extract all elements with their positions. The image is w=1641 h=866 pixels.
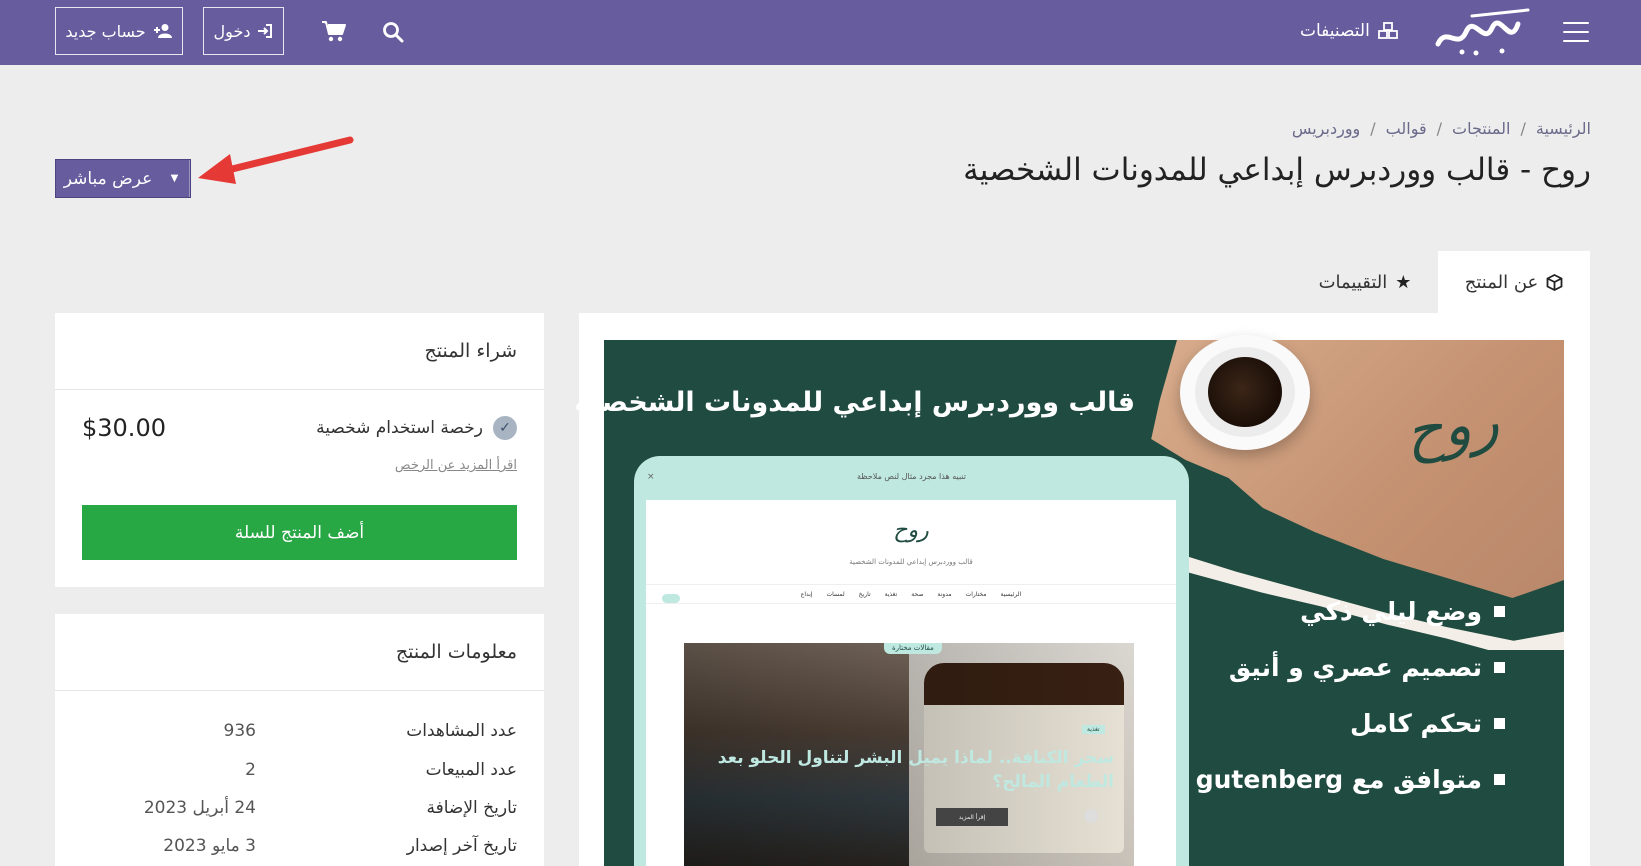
breadcrumb-products[interactable]: المنتجات <box>1452 119 1511 138</box>
caret-down-icon[interactable]: ▼ <box>160 160 190 197</box>
cubes-icon <box>1377 22 1398 39</box>
mock-post-title: سحر الكنافة.. لماذا يميل البشر لتناول ال… <box>717 748 1114 792</box>
device-mockup: × تنبيه هذا مجرد مثال لنص ملاحظة روح قال… <box>634 456 1189 866</box>
info-label: عدد المشاهدات <box>406 721 517 741</box>
mock-screen: روح قالب ووردبرس إبداعي للمدونات الشخصية… <box>646 500 1176 866</box>
license-option[interactable]: ✓ رخصة استخدام شخصية $30.00 <box>82 411 517 445</box>
mock-read-more: إقرأ المزيد <box>936 808 1008 826</box>
search-icon[interactable] <box>381 20 405 44</box>
licenses-info-link[interactable]: اقرأ المزيد عن الرخص <box>395 458 517 473</box>
mock-nav-item: صحة <box>911 590 924 598</box>
mock-dark-mode-toggle <box>662 594 680 603</box>
breadcrumb-home[interactable]: الرئيسية <box>1536 119 1591 138</box>
square-bullet-icon <box>1494 605 1505 617</box>
box-icon <box>1546 273 1563 291</box>
mock-notice: تنبيه هذا مجرد مثال لنص ملاحظة <box>857 472 966 481</box>
banner-brand-logo: روح <box>1400 385 1503 467</box>
square-bullet-icon <box>1494 661 1505 673</box>
info-row-last-release: تاريخ آخر إصدار 3 مايو 2023 <box>82 832 517 860</box>
breadcrumb-separator: / <box>1436 119 1442 138</box>
feature-item: تصميم عصري و أنيق <box>1200 639 1505 695</box>
mock-nav-item: مدونة <box>937 590 952 598</box>
tab-reviews[interactable]: ★ التقييمات <box>1305 251 1425 313</box>
check-circle-icon[interactable]: ✓ <box>493 416 517 440</box>
breadcrumb-templates[interactable]: قوالب <box>1386 119 1427 138</box>
categories-label: التصنيفات <box>1300 21 1370 41</box>
info-label: تاريخ آخر إصدار <box>406 836 517 856</box>
sign-in-icon <box>258 24 273 38</box>
cart-icon[interactable] <box>321 19 347 43</box>
mock-nav-item: تاريخ <box>858 590 871 598</box>
mock-category-tag: تغذية <box>1082 725 1105 734</box>
info-label: عدد المبيعات <box>425 760 517 780</box>
product-info-card: معلومات المنتج عدد المشاهدات 936 عدد الم… <box>55 614 544 866</box>
login-button[interactable]: دخول <box>203 7 284 55</box>
mock-featured-post: مقالات مختارة تغذية سحر الكنافة.. لماذا … <box>684 643 1134 866</box>
feature-list: وضع ليلي ذكي تصميم عصري و أنيق تحكم كامل… <box>1196 583 1505 807</box>
license-label-group: ✓ رخصة استخدام شخصية <box>316 416 517 440</box>
login-label: دخول <box>213 21 251 41</box>
buy-card-title: شراء المنتج <box>55 313 544 390</box>
feature-label: متوافق مع gutenberg <box>1195 764 1482 794</box>
info-row-added: تاريخ الإضافة 24 أبريل 2023 <box>82 794 517 822</box>
mock-nav: الرئيسية مختارات مدونة صحة تغذية تاريخ ل… <box>646 584 1176 604</box>
feature-label: تحكم كامل <box>1350 708 1482 738</box>
mock-logo: روح <box>893 518 929 543</box>
info-row-views: عدد المشاهدات 936 <box>82 717 517 745</box>
mock-nav-item: إبداع <box>800 590 813 598</box>
categories-menu[interactable]: التصنيفات <box>1300 18 1398 44</box>
info-card-title: معلومات المنتج <box>55 614 544 691</box>
menu-icon[interactable] <box>1563 22 1589 42</box>
site-logo[interactable] <box>1432 6 1534 58</box>
breadcrumb-separator: / <box>1370 119 1376 138</box>
breadcrumb-separator: / <box>1520 119 1526 138</box>
tab-label: عن المنتج <box>1464 271 1539 293</box>
mock-nav-item: تغذية <box>884 590 898 598</box>
info-value: 3 مايو 2023 <box>163 836 256 856</box>
mock-nav-item: لمسات <box>826 590 845 598</box>
feature-item: متوافق مع gutenberg <box>1196 751 1505 807</box>
mock-avatar <box>1084 809 1098 823</box>
red-arrow-annotation <box>198 136 354 184</box>
breadcrumb-wordpress[interactable]: ووردبريس <box>1292 119 1360 138</box>
info-value: 936 <box>223 721 256 741</box>
buy-product-card: شراء المنتج ✓ رخصة استخدام شخصية $30.00 … <box>55 313 544 587</box>
banner-headline: قالب ووردبرس إبداعي للمدونات الشخصية <box>574 387 1135 418</box>
tab-about-product[interactable]: عن المنتج <box>1438 251 1590 313</box>
feature-label: تصميم عصري و أنيق <box>1228 652 1482 682</box>
register-label: حساب جديد <box>65 21 146 41</box>
info-row-sales: عدد المبيعات 2 <box>82 756 517 784</box>
mock-nav-item: مختارات <box>965 590 987 598</box>
info-value: 2 <box>245 760 256 780</box>
feature-label: وضع ليلي ذكي <box>1300 596 1482 626</box>
mock-nav-item: الرئيسية <box>1000 590 1022 598</box>
square-bullet-icon <box>1494 717 1505 729</box>
info-value: 24 أبريل 2023 <box>143 798 256 818</box>
feature-item: وضع ليلي ذكي <box>1200 583 1505 639</box>
license-price: $30.00 <box>82 414 166 442</box>
mock-featured-badge: مقالات مختارة <box>884 643 942 654</box>
top-navbar: التصنيفات دخول حساب جديد <box>0 0 1641 65</box>
square-bullet-icon <box>1494 773 1505 785</box>
feature-item: تحكم كامل <box>1200 695 1505 751</box>
mock-subtitle: قالب ووردبرس إبداعي للمدونات الشخصية <box>849 558 973 566</box>
info-label: تاريخ الإضافة <box>426 798 517 818</box>
add-to-cart-button[interactable]: أضف المنتج للسلة <box>82 505 517 560</box>
page-title: روح - قالب ووردبرس إبداعي للمدونات الشخص… <box>963 152 1591 188</box>
star-icon: ★ <box>1395 271 1412 293</box>
license-name: رخصة استخدام شخصية <box>316 418 483 438</box>
tab-label: التقييمات <box>1318 271 1388 293</box>
live-preview-button[interactable]: عرض مباشر ▼ <box>55 159 191 198</box>
register-button[interactable]: حساب جديد <box>55 7 183 55</box>
breadcrumb: الرئيسية / المنتجات / قوالب / ووردبريس <box>1292 119 1591 138</box>
user-plus-icon <box>153 24 172 38</box>
coffee-cup-image <box>1180 335 1310 450</box>
live-preview-label: عرض مباشر <box>63 168 153 189</box>
